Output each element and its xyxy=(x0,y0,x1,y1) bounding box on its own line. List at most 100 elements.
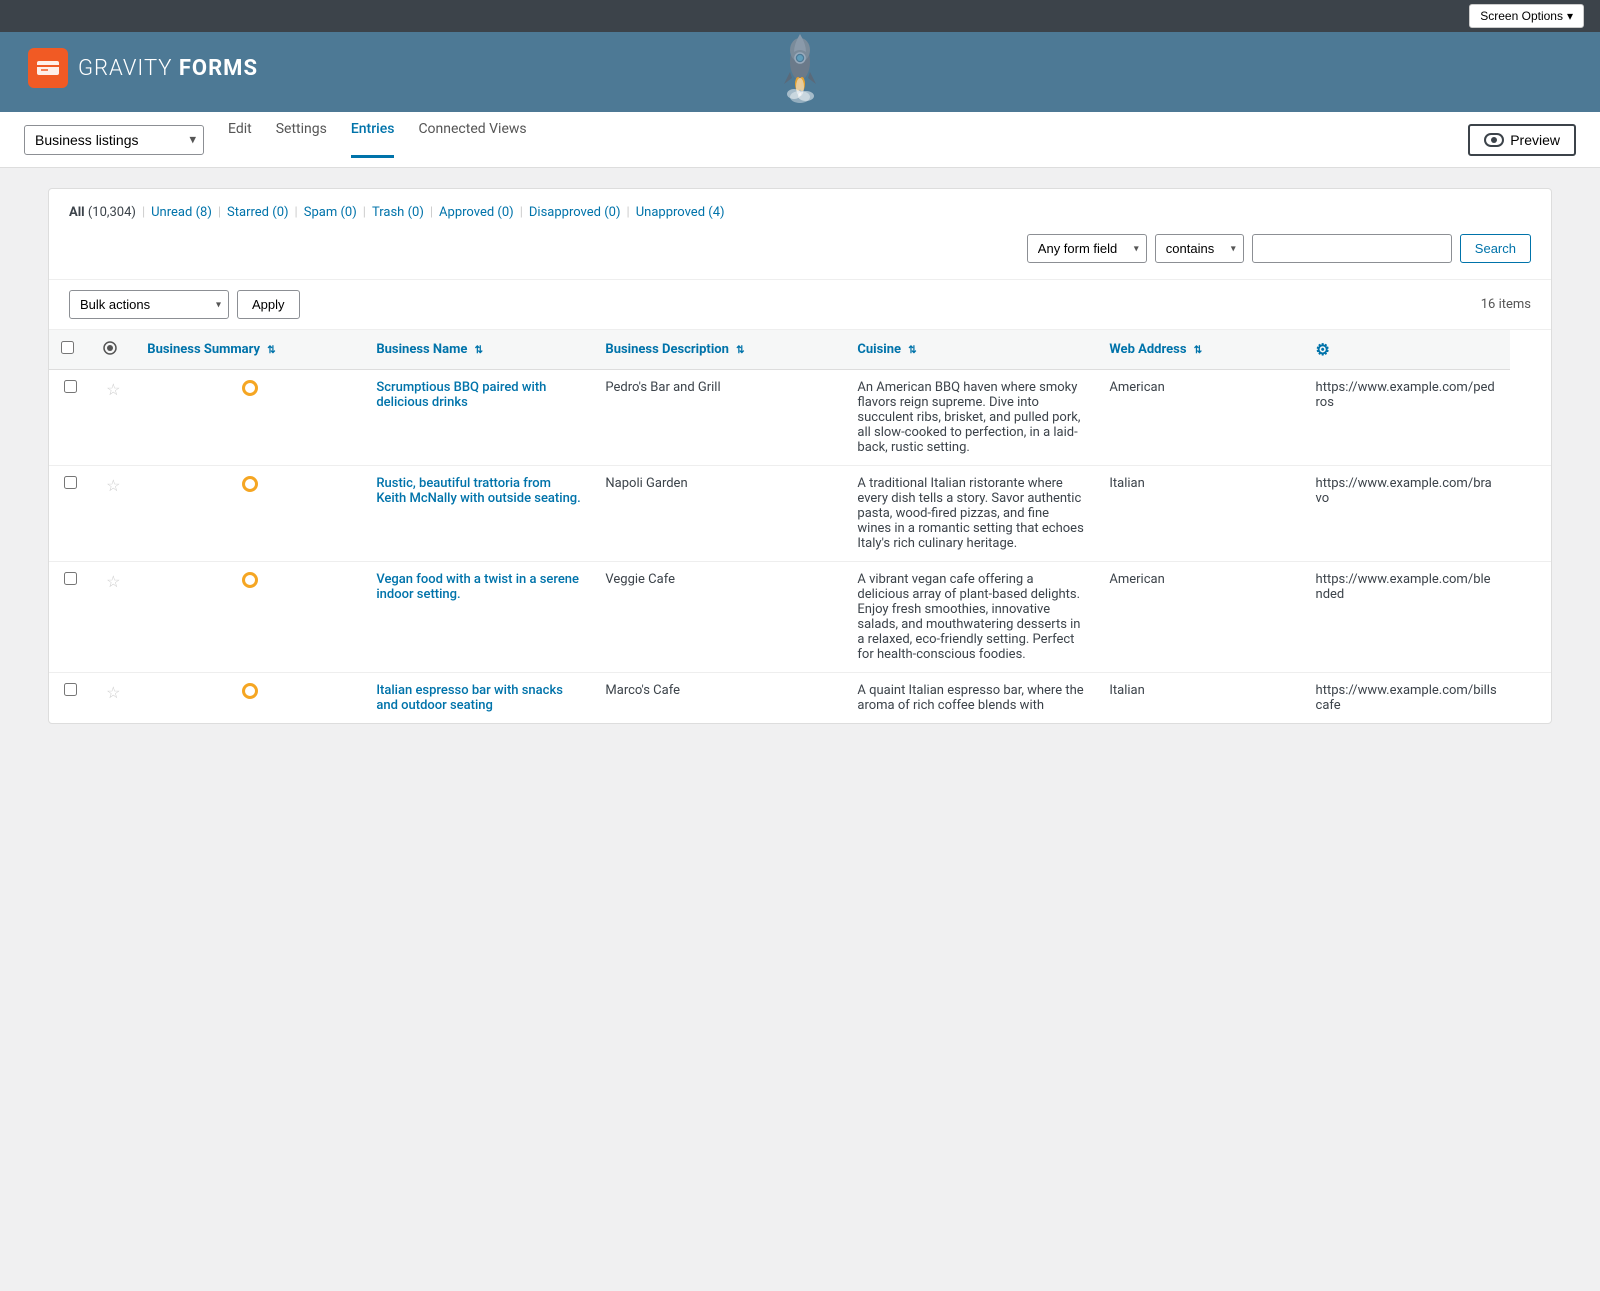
row-desc-cell-1: A traditional Italian ristorante where e… xyxy=(845,466,1097,562)
table-row: ☆ Scrumptious BBQ paired with delicious … xyxy=(49,370,1551,466)
entry-cuisine-1: Italian xyxy=(1109,476,1144,491)
row-checkbox-cell-0 xyxy=(49,370,91,466)
items-count: 16 items xyxy=(1481,297,1531,312)
select-all-header xyxy=(49,330,91,370)
table-header-row: Business Summary ⇅ Business Name ⇅ Busin… xyxy=(49,330,1551,370)
gear-header: ⚙ xyxy=(1304,330,1510,370)
entry-indicator-1 xyxy=(242,476,258,492)
entry-description-3: A quaint Italian espresso bar, where the… xyxy=(857,683,1083,713)
condition-select[interactable]: contains xyxy=(1155,234,1244,263)
row-gear-cell-0 xyxy=(1510,370,1551,466)
filter-approved[interactable]: Approved (0) xyxy=(439,205,514,220)
row-gear-cell-2 xyxy=(1510,562,1551,673)
gf-logo-text: GRAVITY FORMS xyxy=(78,56,258,81)
nav-link-edit[interactable]: Edit xyxy=(228,121,252,158)
search-input[interactable] xyxy=(1252,234,1452,263)
row-summary-cell-3: Italian espresso bar with snacks and out… xyxy=(364,673,593,724)
filter-trash[interactable]: Trash (0) xyxy=(372,205,424,220)
field-select-wrap[interactable]: Any form field ▾ xyxy=(1027,234,1147,263)
bulk-actions-select[interactable]: Bulk actions xyxy=(69,290,229,319)
summary-sort-icon: ⇅ xyxy=(267,345,275,356)
condition-select-wrap[interactable]: contains ▾ xyxy=(1155,234,1244,263)
row-checkbox-1[interactable] xyxy=(64,476,77,489)
row-name-cell-0: Pedro's Bar and Grill xyxy=(593,370,845,466)
entry-indicator-2 xyxy=(242,572,258,588)
filter-disapproved[interactable]: Disapproved (0) xyxy=(529,205,621,220)
nav-link-entries[interactable]: Entries xyxy=(351,121,395,158)
nav-link-connected-views[interactable]: Connected Views xyxy=(418,121,526,158)
row-cuisine-cell-2: American xyxy=(1097,562,1303,673)
gf-logo: GRAVITY FORMS xyxy=(12,48,274,88)
row-cuisine-cell-3: Italian xyxy=(1097,673,1303,724)
gear-icon[interactable]: ⚙ xyxy=(1316,340,1330,359)
entry-web-2: https://www.example.com/blended xyxy=(1316,572,1491,602)
select-all-checkbox[interactable] xyxy=(61,341,74,354)
bulk-select-wrap[interactable]: Bulk actions ▾ xyxy=(69,290,229,319)
search-button[interactable]: Search xyxy=(1460,234,1531,263)
star-icon-2[interactable]: ☆ xyxy=(106,572,120,591)
row-indicator-cell-1 xyxy=(135,466,364,562)
apply-button[interactable]: Apply xyxy=(237,290,300,319)
entry-description-0: An American BBQ haven where smoky flavor… xyxy=(857,380,1080,455)
star-icon-1[interactable]: ☆ xyxy=(106,476,120,495)
gf-logo-icon xyxy=(28,48,68,88)
star-icon-3[interactable]: ☆ xyxy=(106,683,120,702)
star-header xyxy=(91,330,135,370)
web-address-header[interactable]: Web Address ⇅ xyxy=(1097,330,1303,370)
field-select[interactable]: Any form field xyxy=(1027,234,1147,263)
search-row: Any form field ▾ contains ▾ Search xyxy=(69,234,1531,263)
row-checkbox-cell-2 xyxy=(49,562,91,673)
row-checkbox-cell-3 xyxy=(49,673,91,724)
business-summary-header[interactable]: Business Summary ⇅ xyxy=(135,330,364,370)
nav-link-settings[interactable]: Settings xyxy=(276,121,327,158)
filter-unread[interactable]: Unread (8) xyxy=(151,205,212,220)
rocket-decoration xyxy=(776,32,824,104)
row-checkbox-2[interactable] xyxy=(64,572,77,585)
business-name-header[interactable]: Business Name ⇅ xyxy=(364,330,593,370)
filter-unapproved[interactable]: Unapproved (4) xyxy=(636,205,725,220)
row-checkbox-0[interactable] xyxy=(64,380,77,393)
entry-summary-link-2[interactable]: Vegan food with a twist in a serene indo… xyxy=(376,572,579,602)
preview-label: Preview xyxy=(1510,132,1560,148)
row-desc-cell-3: A quaint Italian espresso bar, where the… xyxy=(845,673,1097,724)
row-indicator-cell-3 xyxy=(135,673,364,724)
nav-bar: Business listings ▾ Edit Settings Entrie… xyxy=(0,112,1600,168)
row-checkbox-3[interactable] xyxy=(64,683,77,696)
row-star-cell-2: ☆ xyxy=(91,562,135,673)
screen-options-button[interactable]: Screen Options ▾ xyxy=(1469,4,1584,28)
star-icon-0[interactable]: ☆ xyxy=(106,380,120,399)
filter-bar: All (10,304) | Unread (8) | Starred (0) … xyxy=(49,189,1551,280)
row-gear-cell-3 xyxy=(1510,673,1551,724)
nav-links: Edit Settings Entries Connected Views xyxy=(228,121,527,158)
filter-links: All (10,304) | Unread (8) | Starred (0) … xyxy=(69,205,1531,220)
filter-spam[interactable]: Spam (0) xyxy=(304,205,357,220)
business-description-header[interactable]: Business Description ⇅ xyxy=(593,330,845,370)
row-cuisine-cell-1: Italian xyxy=(1097,466,1303,562)
name-sort-icon: ⇅ xyxy=(475,345,483,356)
row-web-cell-1: https://www.example.com/bravo xyxy=(1304,466,1510,562)
filter-starred[interactable]: Starred (0) xyxy=(227,205,289,220)
form-select-wrap[interactable]: Business listings ▾ xyxy=(24,125,204,155)
row-star-cell-0: ☆ xyxy=(91,370,135,466)
row-summary-cell-2: Vegan food with a twist in a serene indo… xyxy=(364,562,593,673)
row-web-cell-2: https://www.example.com/blended xyxy=(1304,562,1510,673)
entry-indicator-0 xyxy=(242,380,258,396)
screen-options-arrow: ▾ xyxy=(1567,9,1573,23)
entry-description-2: A vibrant vegan cafe offering a deliciou… xyxy=(857,572,1080,662)
form-select[interactable]: Business listings xyxy=(24,125,204,155)
cuisine-sort-icon: ⇅ xyxy=(908,345,916,356)
web-sort-icon: ⇅ xyxy=(1194,345,1202,356)
entry-name-0: Pedro's Bar and Grill xyxy=(605,380,720,395)
screen-options-label: Screen Options xyxy=(1480,9,1563,23)
entry-web-0: https://www.example.com/pedros xyxy=(1316,380,1495,410)
entry-name-3: Marco's Cafe xyxy=(605,683,680,698)
entry-description-1: A traditional Italian ristorante where e… xyxy=(857,476,1083,551)
entry-summary-link-0[interactable]: Scrumptious BBQ paired with delicious dr… xyxy=(376,380,546,410)
entry-summary-link-1[interactable]: Rustic, beautiful trattoria from Keith M… xyxy=(376,476,580,506)
cuisine-header[interactable]: Cuisine ⇅ xyxy=(845,330,1097,370)
row-indicator-cell-2 xyxy=(135,562,364,673)
entry-indicator-3 xyxy=(242,683,258,699)
preview-button[interactable]: Preview xyxy=(1468,124,1576,156)
entry-summary-link-3[interactable]: Italian espresso bar with snacks and out… xyxy=(376,683,563,713)
row-gear-cell-1 xyxy=(1510,466,1551,562)
